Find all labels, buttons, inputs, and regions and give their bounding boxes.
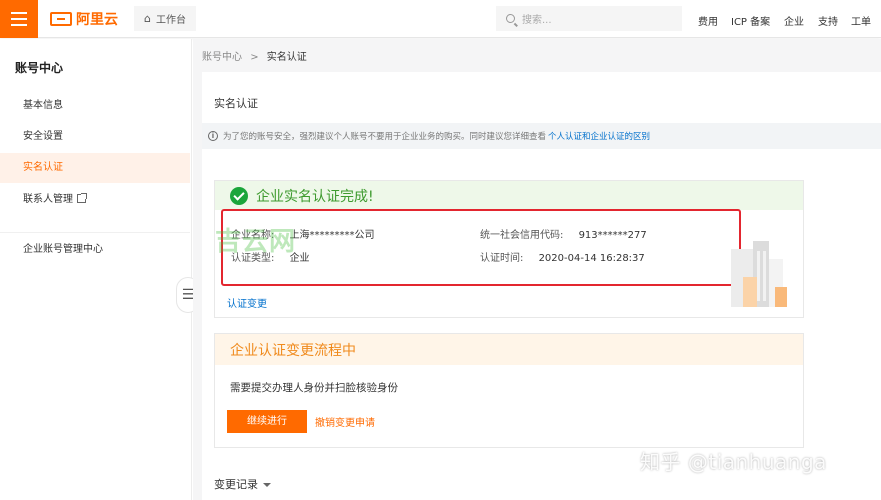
building-illustration-icon [731, 241, 787, 307]
nav-ticket[interactable]: 工单 [851, 13, 871, 28]
change-verification-link[interactable]: 认证变更 [227, 295, 267, 310]
change-process-card: 企业认证变更流程中 需要提交办理人身份并扫脸核验身份 继续进行 撤销变更申请 [214, 333, 804, 448]
change-card-title: 企业认证变更流程中 [230, 342, 356, 359]
highlight-box [221, 209, 741, 286]
breadcrumb: 账号中心 > 实名认证 [202, 48, 307, 63]
sidebar-item-security[interactable]: 安全设置 [0, 122, 190, 152]
search-input[interactable]: 搜索... [496, 6, 682, 31]
main-area: 账号中心 > 实名认证 实名认证 i 为了您的账号安全，强烈建议个人账号不要用于… [193, 39, 881, 500]
change-history-label: 变更记录 [214, 478, 258, 491]
notice-text: 为了您的账号安全，强烈建议个人账号不要用于企业业务的购买。同时建议您详细查看 [223, 132, 547, 142]
cancel-change-link[interactable]: 撤销变更申请 [315, 414, 375, 429]
change-history-toggle[interactable]: 变更记录 [214, 476, 271, 492]
notice-bar: i 为了您的账号安全，强烈建议个人账号不要用于企业业务的购买。同时建议您详细查看… [202, 123, 881, 149]
breadcrumb-separator: > [250, 52, 259, 63]
verified-card: 企业实名认证完成! 企业名称: 上海*********公司 认证类型: 企业 统… [214, 180, 804, 318]
continue-button[interactable]: 继续进行 [227, 410, 307, 433]
page-title: 实名认证 [214, 97, 258, 110]
aliyun-logo-icon [50, 12, 72, 26]
breadcrumb-current: 实名认证 [266, 52, 307, 63]
site-watermark: 吉云网 [215, 227, 297, 257]
sidebar-item-contacts[interactable]: 联系人管理 [0, 185, 190, 215]
search-icon [506, 14, 515, 23]
sidebar-item-basic-info[interactable]: 基本信息 [0, 91, 190, 121]
workbench-button[interactable]: ⌂ 工作台 [134, 6, 196, 31]
change-card-description: 需要提交办理人身份并扫脸核验身份 [230, 382, 398, 394]
breadcrumb-root[interactable]: 账号中心 [202, 52, 242, 63]
zhihu-watermark: 知乎 @tianhuanga [640, 450, 827, 474]
sidebar-divider [0, 232, 190, 233]
logo-text: 阿里云 [76, 12, 118, 28]
search-placeholder: 搜索... [522, 15, 552, 26]
top-bar: 阿里云 ⌂ 工作台 搜索... 费用 ICP 备案 企业 支持 工单 [0, 0, 881, 38]
info-icon: i [208, 131, 218, 141]
verified-title: 企业实名认证完成! [256, 188, 374, 205]
home-icon: ⌂ [144, 12, 151, 25]
nav-enterprise[interactable]: 企业 [784, 13, 804, 28]
external-link-icon [77, 193, 87, 203]
sidebar-title: 账号中心 [15, 61, 64, 75]
nav-support[interactable]: 支持 [818, 13, 838, 28]
sidebar-item-real-name[interactable]: 实名认证 [0, 153, 190, 183]
check-circle-icon [230, 186, 248, 205]
notice-link[interactable]: 个人认证和企业认证的区别 [548, 130, 650, 142]
sidebar-item-enterprise-account[interactable]: 企业账号管理中心 [0, 235, 190, 265]
change-card-header: 企业认证变更流程中 [215, 334, 803, 365]
sidebar-item-label: 联系人管理 [23, 194, 73, 205]
sidebar: 账号中心 基本信息 安全设置 实名认证 联系人管理 企业账号管理中心 ☰ [0, 39, 200, 500]
verified-card-header: 企业实名认证完成! [215, 181, 803, 210]
menu-icon[interactable] [0, 0, 38, 38]
sidebar-item-label: 安全设置 [23, 131, 63, 142]
workbench-label: 工作台 [155, 15, 186, 26]
content-panel: 实名认证 i 为了您的账号安全，强烈建议个人账号不要用于企业业务的购买。同时建议… [202, 72, 881, 500]
sidebar-item-label: 实名认证 [23, 162, 63, 173]
nav-icp[interactable]: ICP 备案 [731, 13, 770, 28]
sidebar-item-label: 企业账号管理中心 [23, 244, 103, 255]
aliyun-logo[interactable]: 阿里云 [50, 10, 118, 28]
sidebar-item-label: 基本信息 [23, 100, 63, 111]
nav-billing[interactable]: 费用 [698, 13, 718, 28]
caret-down-icon [263, 483, 271, 487]
